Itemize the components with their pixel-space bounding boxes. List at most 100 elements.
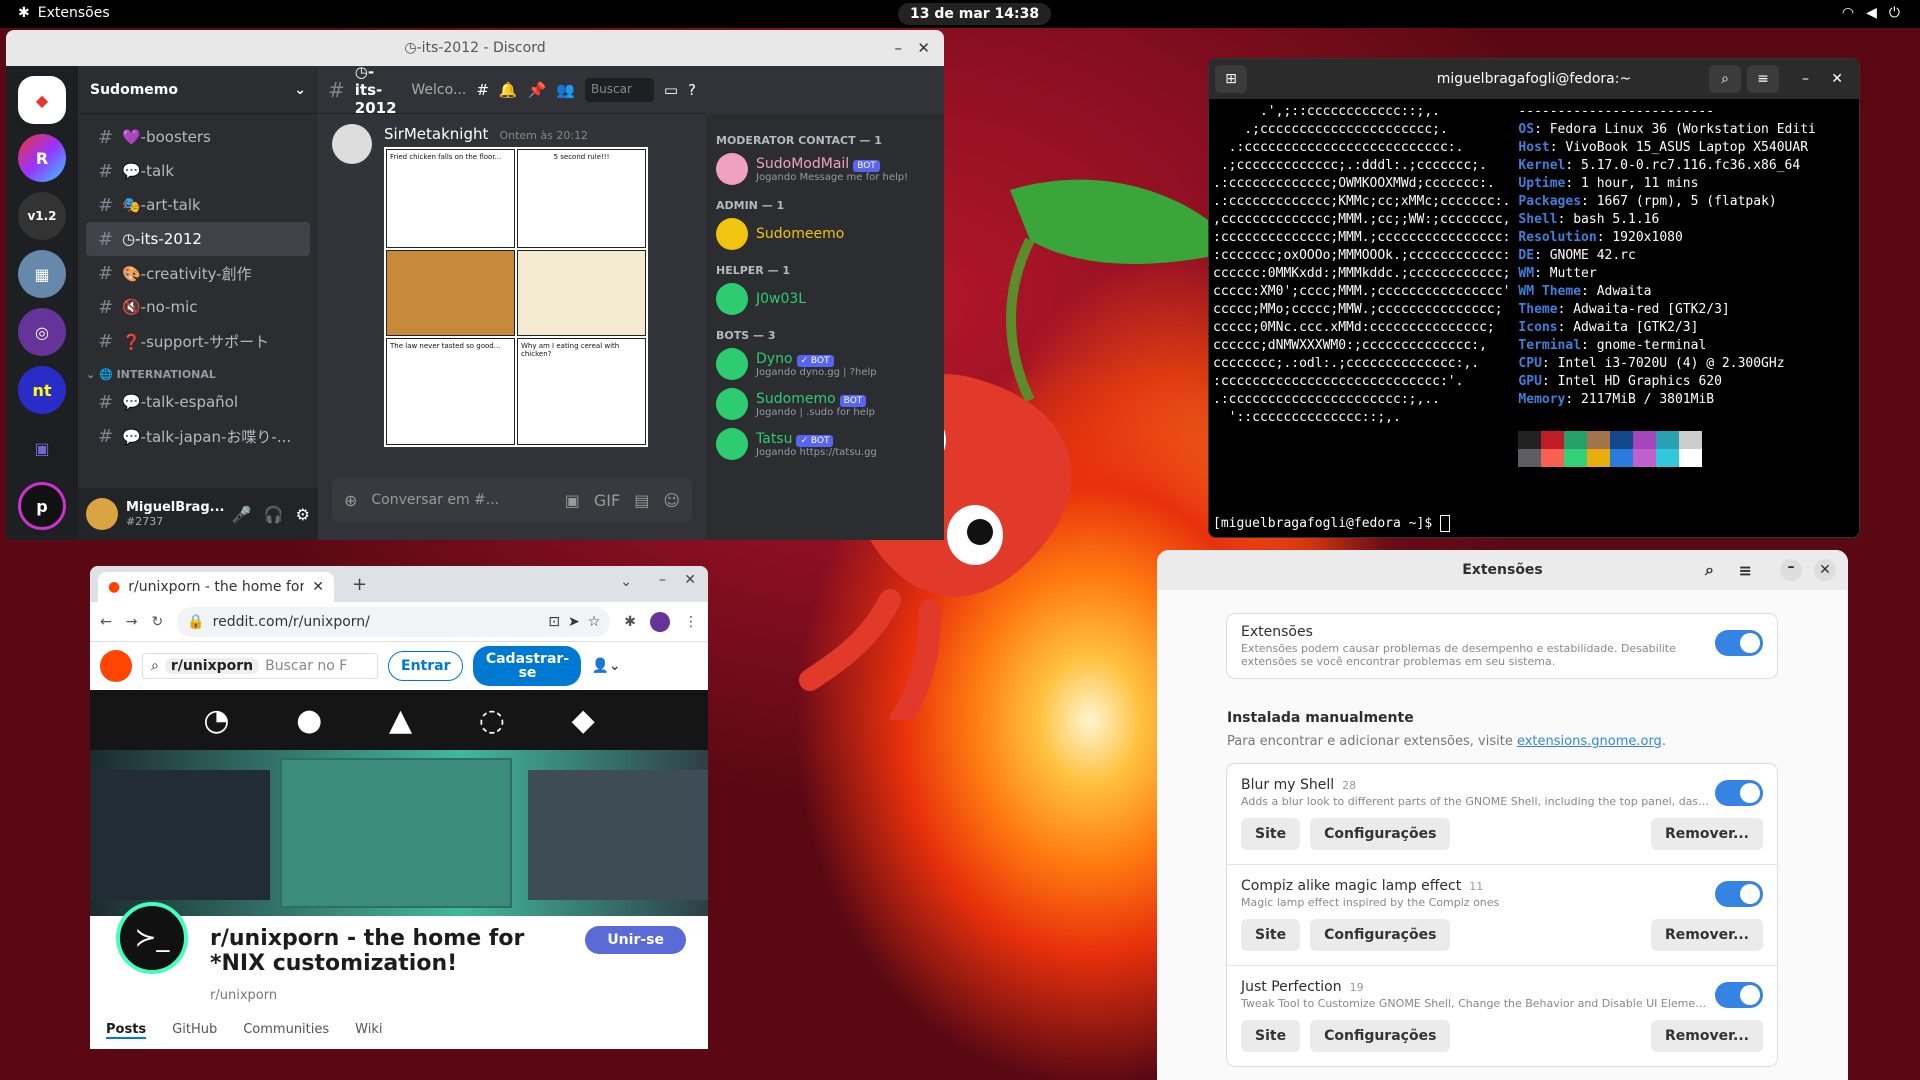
server-icon-frames[interactable]: ▣ <box>18 424 66 472</box>
nav-tab[interactable]: GitHub <box>172 1022 217 1039</box>
extension-toggle[interactable] <box>1715 780 1763 806</box>
help-icon[interactable]: ? <box>688 81 696 99</box>
back-icon[interactable]: ← <box>100 614 112 630</box>
app-menu[interactable]: ✱ Extensões <box>18 5 110 21</box>
headphones-icon[interactable]: 🎧 <box>264 505 284 524</box>
inbox-icon[interactable]: ▭ <box>664 81 678 99</box>
chevron-down-icon[interactable]: ⌄ <box>620 574 632 590</box>
extension-row: Blur my Shell 28 Adds a blur look to diffe… <box>1227 764 1777 864</box>
minimize-icon[interactable]: – <box>1780 559 1802 581</box>
member-item[interactable]: SudoModMail BOT Jogando Message me for hel… <box>716 153 934 185</box>
channel-item[interactable]: # 🎨-creativity-創作 <box>78 256 318 290</box>
member-item[interactable]: J0w03L <box>716 283 934 315</box>
remove-button[interactable]: Remover... <box>1651 1020 1763 1052</box>
user-menu-icon[interactable]: 👤⌄ <box>591 658 620 674</box>
member-item[interactable]: Sudomeemo <box>716 218 934 250</box>
channel-item[interactable]: # 🎭-art-talk <box>78 188 318 222</box>
site-button[interactable]: Site <box>1241 1020 1301 1052</box>
install-icon[interactable]: ⊡ <box>548 614 560 630</box>
remove-button[interactable]: Remover... <box>1651 919 1763 951</box>
gift-icon[interactable]: ▣ <box>565 491 580 510</box>
search-icon[interactable]: ⌕ <box>1705 560 1714 580</box>
extensions-icon[interactable]: ✱ <box>624 614 636 630</box>
server-icon-sudomemo[interactable]: ◆ <box>18 76 66 124</box>
forward-icon[interactable]: → <box>126 614 138 630</box>
nav-tab[interactable]: Wiki <box>355 1022 382 1039</box>
bell-icon[interactable]: 🔔 <box>499 81 518 99</box>
channel-item[interactable]: # 💬-talk-japan-お喋り-... <box>78 419 318 453</box>
guild-header[interactable]: Sudomemo ⌄ <box>78 66 318 114</box>
server-icon-grid[interactable]: ▦ <box>18 250 66 298</box>
new-tab-icon[interactable]: + <box>352 574 367 595</box>
clock[interactable]: 13 de mar 14:38 <box>898 3 1052 25</box>
channel-item[interactable]: # 🔇-no-mic <box>78 290 318 324</box>
comic-image[interactable]: Fried chicken falls on the floor... 5 se… <box>384 147 648 447</box>
close-icon[interactable]: ✕ <box>312 579 324 595</box>
extensions-link[interactable]: extensions.gnome.org <box>1517 734 1662 749</box>
extensions-toggle[interactable] <box>1715 630 1763 656</box>
members-icon[interactable]: 👥 <box>556 81 575 99</box>
minimize-icon[interactable]: – <box>659 572 666 588</box>
share-icon[interactable]: ➤ <box>568 614 580 630</box>
extension-toggle[interactable] <box>1715 881 1763 907</box>
close-icon[interactable]: ✕ <box>917 30 930 66</box>
close-icon[interactable]: ✕ <box>684 572 696 588</box>
message-input[interactable]: ⊕ Conversar em #... ▣ GIF ▤ ☺ <box>332 478 692 522</box>
extension-toggle[interactable] <box>1715 982 1763 1008</box>
site-button[interactable]: Site <box>1241 818 1301 850</box>
star-icon[interactable]: ☆ <box>588 614 601 630</box>
nav-tab[interactable]: Communities <box>243 1022 329 1039</box>
gear-icon[interactable]: ⚙ <box>296 505 310 524</box>
gif-icon[interactable]: GIF <box>594 491 620 510</box>
search-input[interactable]: Buscar <box>584 77 654 102</box>
sticker-icon[interactable]: ▤ <box>634 491 649 510</box>
avatar[interactable] <box>650 611 670 632</box>
avatar <box>716 428 748 460</box>
channel-item[interactable]: # 💜-boosters <box>78 120 318 154</box>
search-input[interactable]: ⌕ r/unixporn Buscar no F <box>142 653 378 679</box>
signup-button[interactable]: Cadastrar-se <box>473 646 582 686</box>
server-icon-r[interactable]: R <box>18 134 66 182</box>
minimize-icon[interactable]: – <box>1802 71 1809 87</box>
category-header[interactable]: ⌄ 🌐 INTERNATIONAL <box>78 358 318 385</box>
threads-icon[interactable]: # <box>476 81 489 99</box>
new-tab-icon[interactable]: ⊞ <box>1215 65 1247 93</box>
avatar[interactable] <box>86 498 118 530</box>
pin-icon[interactable]: 📌 <box>528 81 547 99</box>
browser-tab[interactable]: ● r/unixporn - the home for ✕ <box>98 572 334 602</box>
add-icon[interactable]: ⊕ <box>344 491 357 510</box>
reload-icon[interactable]: ↻ <box>151 614 163 630</box>
system-tray[interactable]: ◠ ◀ ⏻ <box>1842 5 1900 21</box>
mic-icon[interactable]: 🎤 <box>232 505 252 524</box>
server-icon-purple[interactable]: ◎ <box>18 308 66 356</box>
channel-item[interactable]: # ❓-support-サポート <box>78 324 318 358</box>
server-icon-nthe[interactable]: nt <box>18 366 66 414</box>
terminal-prompt[interactable]: [miguelbragafogli@fedora ~]$ <box>1209 511 1454 537</box>
settings-button[interactable]: Configurações <box>1310 818 1451 850</box>
kebab-menu-icon[interactable]: ⋮ <box>684 614 698 630</box>
search-icon[interactable]: ⌕ <box>1709 65 1741 93</box>
nav-tab[interactable]: Posts <box>106 1022 147 1039</box>
channel-item[interactable]: # 💬-talk-español <box>78 385 318 419</box>
member-item[interactable]: Tatsu ✓ BOT Jogando https://tatsu.gg <box>716 428 934 460</box>
server-icon-p[interactable]: p <box>18 482 66 530</box>
menu-icon[interactable]: ≡ <box>1747 65 1779 93</box>
minimize-icon[interactable]: – <box>895 30 903 66</box>
site-button[interactable]: Site <box>1241 919 1301 951</box>
settings-button[interactable]: Configurações <box>1310 919 1451 951</box>
emoji-icon[interactable]: ☺ <box>663 491 680 510</box>
login-button[interactable]: Entrar <box>388 651 464 681</box>
channel-item[interactable]: # ◷-its-2012 <box>86 222 310 256</box>
close-icon[interactable]: ✕ <box>1814 559 1836 581</box>
join-button[interactable]: Unir-se <box>585 926 686 954</box>
menu-icon[interactable]: ≡ <box>1739 561 1752 580</box>
reddit-logo[interactable] <box>100 650 132 682</box>
settings-button[interactable]: Configurações <box>1310 1020 1451 1052</box>
member-item[interactable]: Dyno ✓ BOT Jogando dyno.gg | ?help <box>716 348 934 380</box>
member-item[interactable]: Sudomemo BOT Jogando | .sudo for help <box>716 388 934 420</box>
remove-button[interactable]: Remover... <box>1651 818 1763 850</box>
close-icon[interactable]: ✕ <box>1831 71 1843 87</box>
channel-item[interactable]: # 💬-talk <box>78 154 318 188</box>
server-icon-v12[interactable]: v1.2 <box>18 192 66 240</box>
address-bar[interactable]: 🔒 reddit.com/r/unixporn/⊡ ➤ ☆ <box>177 606 611 637</box>
